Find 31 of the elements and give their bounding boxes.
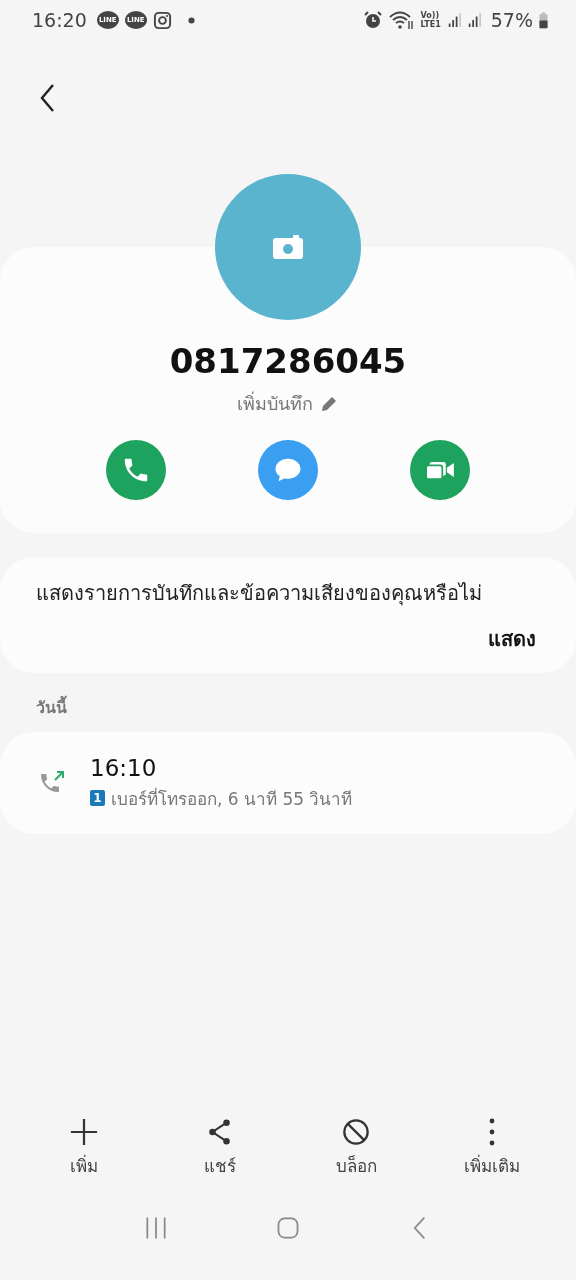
camera-icon [273, 235, 303, 259]
more-button[interactable]: เพิ่มเติม [442, 1118, 542, 1188]
prompt-text: แสดงรายการบันทึกและข้อความเสียงของคุณหรือไม่ [36, 580, 483, 608]
add-note-link[interactable]: เพิ่มบันทึก [237, 389, 313, 418]
block-button[interactable]: บล็อก [306, 1118, 406, 1188]
battery-icon [539, 11, 548, 29]
call-detail: เบอร์ที่โทรออก, 6 นาที 55 วินาที [111, 786, 353, 811]
phone-number: 0817286045 [169, 341, 407, 381]
message-button[interactable] [258, 440, 318, 500]
camera-app-icon [152, 10, 172, 30]
show-button[interactable]: แสดง [484, 623, 540, 655]
home-icon[interactable] [275, 1215, 301, 1241]
wifi-icon [388, 10, 415, 30]
sim-badge: 1 [90, 790, 105, 806]
section-heading: วันนี้ [0, 673, 576, 732]
plus-icon [70, 1118, 98, 1146]
add-button[interactable]: เพิ่ม [34, 1118, 134, 1188]
network-type-label: Vo)) LTE1 [420, 11, 441, 29]
status-time: 16:20 [32, 9, 87, 31]
share-button[interactable]: แชร์ [170, 1118, 270, 1188]
block-icon [342, 1118, 370, 1146]
video-button[interactable] [410, 440, 470, 500]
call-button[interactable] [106, 440, 166, 500]
recent-apps-icon[interactable] [143, 1215, 169, 1241]
alarm-icon [362, 10, 383, 30]
battery-percent: 57% [490, 9, 533, 31]
more-icon [489, 1118, 495, 1146]
more-notifications-icon [187, 16, 195, 24]
call-time: 16:10 [90, 754, 158, 781]
signal-icon [466, 10, 481, 30]
signal-icon [446, 10, 461, 30]
